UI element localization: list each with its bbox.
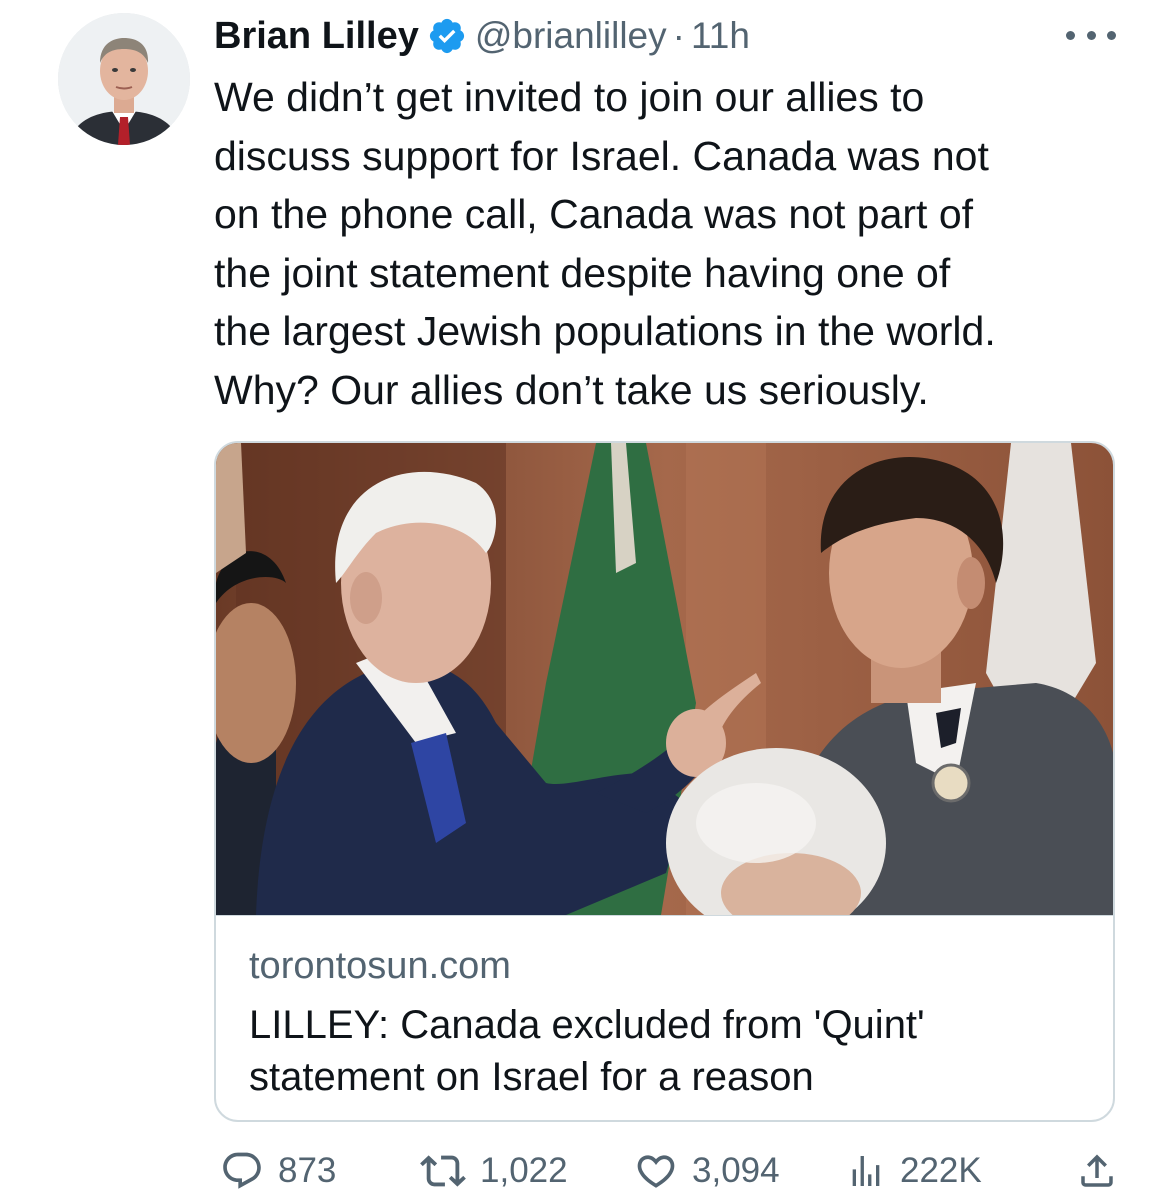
tweet-header: Brian Lilley @brianlilley · 11h [214,10,750,62]
author-display-name[interactable]: Brian Lilley [214,15,419,58]
reply-button[interactable]: 873 [220,1145,336,1197]
retweet-icon [420,1148,466,1194]
more-options-icon[interactable] [1066,20,1116,50]
tweet-text-line: on the phone call, Canada was not part o… [214,191,974,237]
tweet-text: We didn’t get invited to join our allies… [214,68,1114,419]
more-dot [1107,30,1116,40]
author-handle[interactable]: @brianlilley [475,15,667,57]
verified-badge-icon[interactable] [427,16,467,56]
retweet-count: 1,022 [480,1151,568,1190]
tweet-timestamp[interactable]: 11h [691,15,750,57]
tweet-text-line: the joint statement despite having one o… [214,249,951,296]
header-separator: · [672,15,685,56]
avatar-portrait-image [58,13,190,145]
views-chart-icon [846,1149,886,1193]
tweet-text-line: discuss support for Israel. Canada was n… [214,132,989,179]
views-button[interactable]: 222K [846,1145,982,1197]
link-preview-card[interactable]: torontosun.com LILLEY: Canada excluded f… [214,441,1115,1122]
like-count: 3,094 [692,1151,780,1190]
more-dot [1066,30,1075,40]
tweet-action-bar: 873 1,022 3,094 222K [214,1145,1114,1197]
link-preview-title: LILLEY: Canada excluded from 'Quint' sta… [249,999,1089,1103]
author-avatar[interactable] [58,13,190,145]
link-preview-title-line: LILLEY: Canada excluded from 'Quint' [249,1003,925,1047]
reply-icon [220,1149,264,1193]
tweet-text-line: Why? Our allies don’t take us seriously. [214,366,929,413]
like-button[interactable]: 3,094 [634,1145,780,1197]
news-photo [216,443,1113,915]
heart-icon [634,1149,678,1193]
link-preview-body: torontosun.com LILLEY: Canada excluded f… [249,941,1089,1103]
link-preview-image[interactable] [216,443,1113,916]
tweet[interactable]: Brian Lilley @brianlilley · 11h We didn’… [0,0,1174,1200]
tweet-text-line: the largest Jewish populations in the wo… [214,308,996,354]
retweet-button[interactable]: 1,022 [420,1145,568,1197]
tweet-text-line: We didn’t get invited to join our allies… [214,74,925,120]
share-button[interactable] [1076,1145,1118,1197]
link-preview-title-line: statement on Israel for a reason [249,1055,814,1099]
views-count: 222K [900,1151,982,1190]
reply-count: 873 [278,1151,337,1190]
share-icon [1076,1149,1118,1193]
link-preview-domain: torontosun.com [249,945,511,987]
more-dot [1086,30,1096,40]
